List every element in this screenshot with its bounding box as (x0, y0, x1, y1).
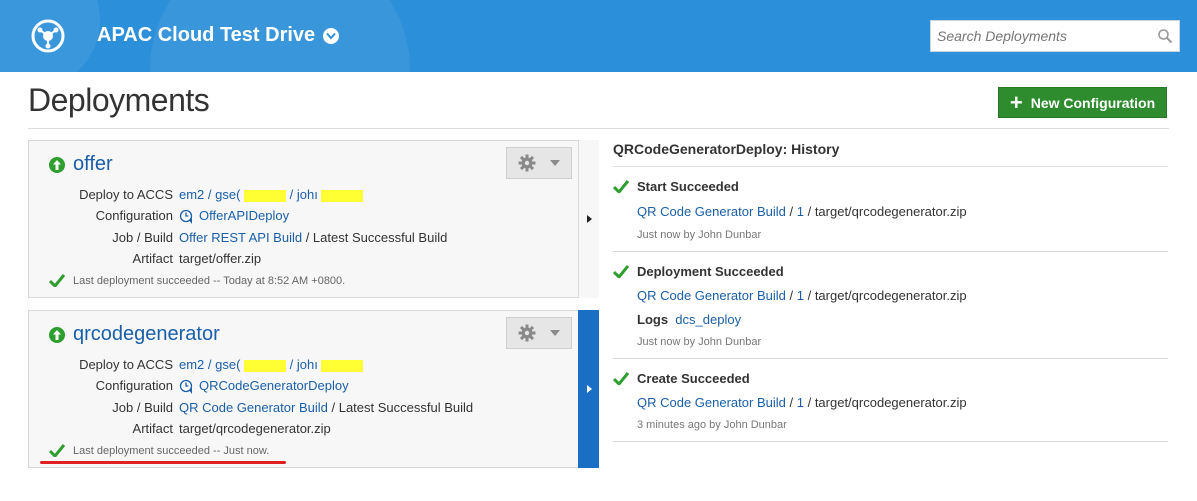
gear-icon (518, 324, 536, 342)
divider (613, 441, 1168, 442)
history-item: Start Succeeded QR Code Generator Build … (613, 166, 1168, 252)
path-separator: / (789, 288, 794, 303)
check-icon (613, 265, 629, 278)
search-icon[interactable] (1157, 28, 1173, 44)
path-separator: / (789, 395, 794, 410)
gear-icon (518, 154, 536, 172)
artifact-path: / target/qrcodegenerator.zip (807, 395, 967, 410)
job-link[interactable]: QR Code Generator Build (637, 288, 786, 303)
build-number-link[interactable]: 1 (797, 395, 804, 410)
history-meta: Just now by John Dunbar (637, 229, 762, 241)
history-heading: Deployment Succeeded (637, 264, 784, 279)
plus-icon: + (1009, 89, 1023, 115)
caret-right-icon (586, 215, 592, 223)
artifact-label: Artifact (132, 421, 173, 436)
deployment-status: Last deployment succeeded -- Just now. (73, 444, 270, 457)
deployment-name-link[interactable]: offer (73, 153, 113, 176)
history-item: Deployment Succeeded QR Code Generator B… (613, 251, 1168, 359)
job-link[interactable]: QR Code Generator Build (637, 204, 786, 219)
caret-down-icon (550, 160, 560, 166)
artifact-value: target/offer.zip (179, 251, 262, 266)
history-item: Create Succeeded QR Code Generator Build… (613, 358, 1168, 442)
redacted-highlight (321, 189, 364, 202)
history-meta: 3 minutes ago by John Dunbar (637, 419, 787, 431)
chevron-down-icon (323, 27, 340, 44)
deployed-up-icon (49, 326, 65, 343)
job-link[interactable]: QR Code Generator Build (179, 400, 328, 415)
deploy-to-label: Deploy to ACCS (79, 357, 173, 372)
app-logo-icon[interactable] (30, 18, 66, 54)
app-header: APAC Cloud Test Drive (0, 0, 1197, 72)
history-meta: Just now by John Dunbar (637, 336, 762, 348)
artifact-label: Artifact (132, 251, 173, 266)
new-configuration-label: New Configuration (1030, 94, 1156, 111)
history-title: QRCodeGeneratorDeploy: History (613, 141, 840, 157)
deployment-card-qrcodegenerator[interactable]: qrcodegenerator Deploy to ACCS em2 / gse… (28, 310, 599, 468)
configuration-icon (179, 209, 193, 224)
history-heading: Create Succeeded (637, 371, 750, 386)
configuration-label: Configuration (95, 378, 173, 393)
artifact-value: target/qrcodegenerator.zip (179, 421, 331, 436)
check-icon (49, 444, 65, 457)
redacted-highlight (244, 359, 287, 372)
deploy-target-link[interactable]: em2 / gse( (179, 357, 240, 372)
deploy-user-link[interactable]: / johı (290, 357, 318, 372)
build-number-link[interactable]: 1 (797, 288, 804, 303)
configuration-link[interactable]: QRCodeGeneratorDeploy (199, 378, 349, 393)
redacted-highlight (244, 189, 287, 202)
history-heading: Start Succeeded (637, 179, 739, 194)
build-number-link[interactable]: 1 (797, 204, 804, 219)
configuration-icon (179, 379, 193, 394)
job-build-label: Job / Build (112, 400, 173, 415)
build-text: / Latest Successful Build (331, 400, 474, 415)
path-separator: / (789, 204, 794, 219)
job-link[interactable]: QR Code Generator Build (637, 395, 786, 410)
search-input[interactable] (931, 27, 1149, 45)
check-icon (49, 274, 65, 287)
job-build-label: Job / Build (112, 230, 173, 245)
settings-menu-button[interactable] (506, 317, 572, 349)
annotation-underline (40, 461, 286, 464)
configuration-label: Configuration (95, 208, 173, 223)
deploy-user-link[interactable]: / johı (290, 187, 318, 202)
caret-right-icon (586, 385, 592, 393)
new-configuration-button[interactable]: + New Configuration (998, 87, 1167, 118)
job-link[interactable]: Offer REST API Build (179, 230, 302, 245)
deployment-status: Last deployment succeeded -- Today at 8:… (73, 274, 346, 287)
search-box[interactable] (930, 20, 1180, 52)
deploy-to-label: Deploy to ACCS (79, 187, 173, 202)
check-icon (613, 180, 629, 193)
settings-menu-button[interactable] (506, 147, 572, 179)
expand-details-button[interactable] (578, 310, 599, 468)
divider (28, 128, 1169, 129)
logs-label: Logs (637, 312, 669, 327)
logs-link[interactable]: dcs_deploy (675, 312, 741, 327)
artifact-path: / target/qrcodegenerator.zip (807, 204, 967, 219)
configuration-link[interactable]: OfferAPIDeploy (199, 208, 289, 223)
redacted-highlight (321, 359, 364, 372)
deployment-name-link[interactable]: qrcodegenerator (73, 323, 220, 346)
caret-down-icon (550, 330, 560, 336)
deployed-up-icon (49, 156, 65, 173)
deployment-card-offer[interactable]: offer Deploy to ACCS em2 / gse( / johı C… (28, 140, 599, 298)
check-icon (613, 372, 629, 385)
build-text: / Latest Successful Build (305, 230, 448, 245)
expand-details-button[interactable] (578, 140, 599, 298)
app-title: APAC Cloud Test Drive (97, 24, 316, 46)
artifact-path: / target/qrcodegenerator.zip (807, 288, 967, 303)
deploy-target-link[interactable]: em2 / gse( (179, 187, 240, 202)
project-switcher[interactable]: APAC Cloud Test Drive (97, 24, 340, 47)
page-title: Deployments (28, 82, 210, 118)
